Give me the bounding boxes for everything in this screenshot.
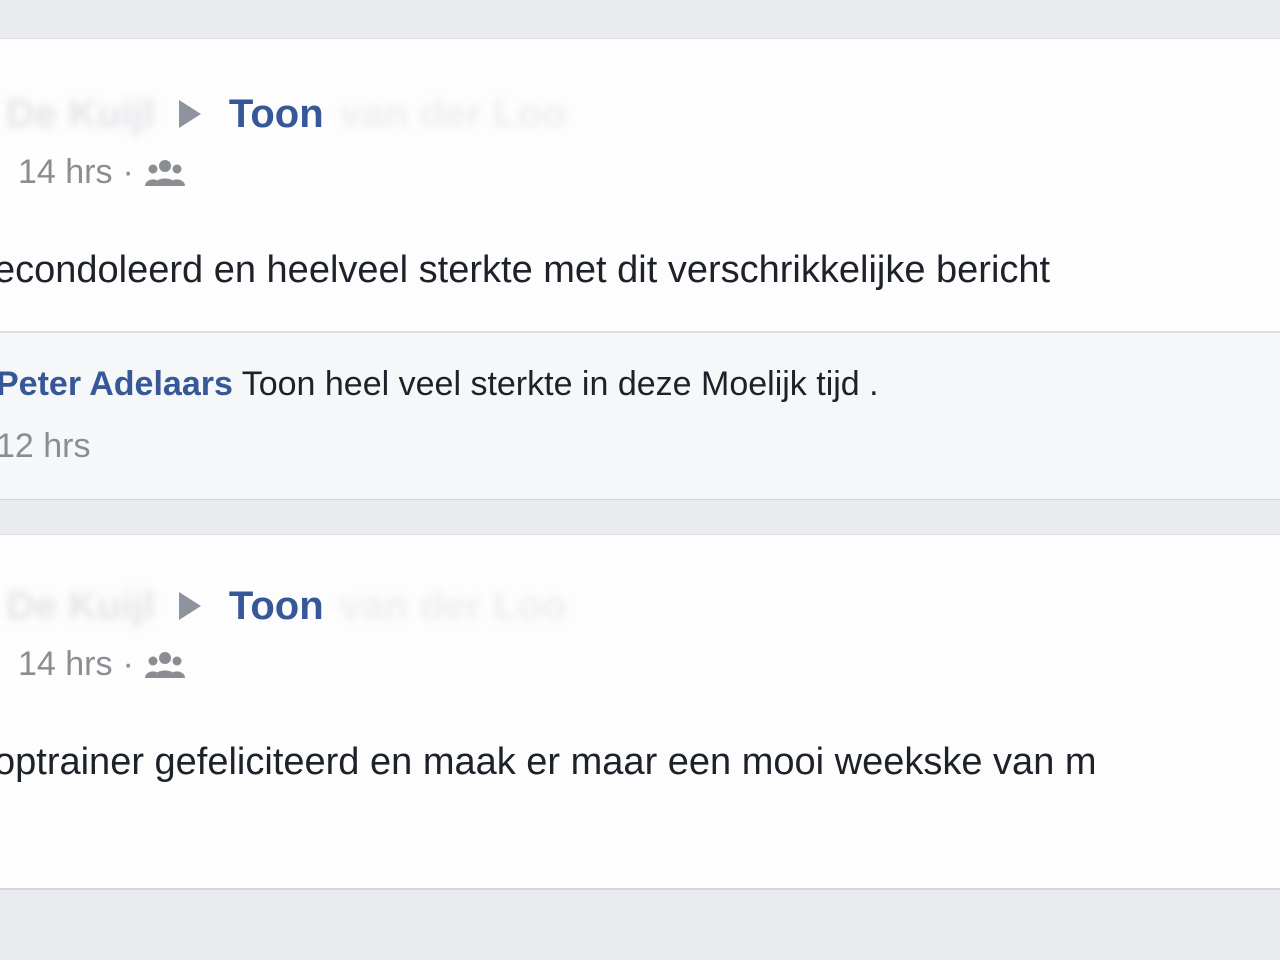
meta-separator: · [122, 645, 134, 683]
comment-section: Peter Adelaars Toon heel veel sterkte in… [0, 331, 1280, 499]
feed-post: De Kuijl Toon van der Loo 14 hrs · optra… [0, 534, 1280, 890]
recipient-name-blurred[interactable]: van der Loo [340, 92, 567, 137]
comment: Peter Adelaars Toon heel veel sterkte in… [0, 365, 879, 404]
author-name-blurred[interactable]: De Kuijl [6, 584, 155, 629]
post-meta: 14 hrs · [18, 153, 186, 192]
commenter-name-link[interactable]: Peter Adelaars [0, 365, 233, 403]
group-icon[interactable] [144, 650, 186, 680]
triangle-right-icon [178, 592, 201, 620]
recipient-name-blurred[interactable]: van der Loo [340, 584, 567, 629]
meta-separator: · [122, 153, 134, 191]
post-text: optrainer gefeliciteerd en maak er maar … [0, 741, 1097, 783]
post-timestamp[interactable]: 14 hrs [18, 153, 113, 192]
post-timestamp[interactable]: 14 hrs [18, 645, 113, 684]
feed-post: De Kuijl Toon van der Loo 14 hrs · econd… [0, 38, 1280, 500]
post-header: De Kuijl Toon van der Loo [0, 89, 566, 139]
post-meta: 14 hrs · [18, 645, 186, 684]
triangle-right-icon [178, 100, 201, 128]
recipient-name-link[interactable]: Toon [229, 584, 324, 629]
post-header: De Kuijl Toon van der Loo [0, 581, 566, 631]
news-feed: De Kuijl Toon van der Loo 14 hrs · econd… [0, 0, 1280, 960]
group-icon[interactable] [144, 158, 186, 188]
post-text: econdoleerd en heelveel sterkte met dit … [0, 249, 1051, 291]
comment-text: Toon heel veel sterkte in deze Moelijk t… [241, 365, 879, 403]
author-name-blurred[interactable]: De Kuijl [6, 92, 155, 137]
comment-timestamp[interactable]: 12 hrs [0, 427, 91, 466]
recipient-name-link[interactable]: Toon [229, 92, 324, 137]
